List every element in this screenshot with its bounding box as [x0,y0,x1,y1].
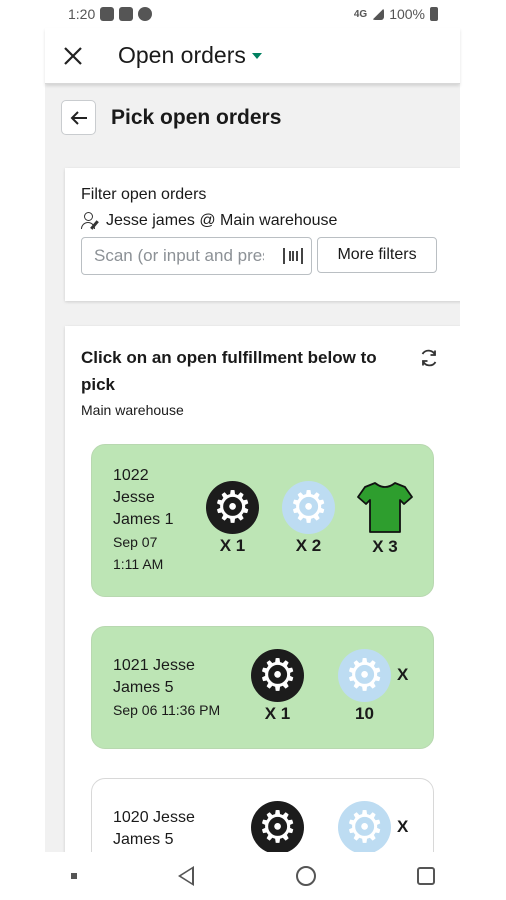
line-item: ⚙ [251,801,304,852]
barcode-scan-icon[interactable] [283,248,303,264]
order-line: James 5 [113,679,174,696]
status-time: 1:20 [68,6,96,22]
item-quantity-prefix: X [397,817,409,836]
order-date: Sep 06 11:36 PM [113,702,221,718]
line-item: X 3 [357,481,413,557]
filter-user-row[interactable]: Jesse james @ Main warehouse [81,212,449,230]
nav-back-icon[interactable] [178,866,195,886]
system-nav-bar [0,852,506,900]
order-line: 1021 Jesse [113,657,195,674]
order-time: 1:11 AM [113,556,164,572]
caret-down-icon [251,52,262,59]
order-info: 1022 Jesse James 1 Sep 07 1:11 AM [113,465,173,575]
main-content: Pick open orders Filter open orders Jess… [45,84,460,852]
line-item: ⚙ X 1 [251,649,304,724]
item-quantity: X 1 [219,536,246,555]
order-line: James 5 [113,831,174,848]
status-bar: 1:20 4G 100% [0,0,506,28]
filter-title: Filter open orders [81,186,207,203]
filter-controls: More filters [81,237,449,275]
gear-light-icon: ⚙ [282,481,335,534]
user-edit-icon [81,212,101,230]
line-item: ⚙ X 1 [206,481,259,556]
more-filters-button[interactable]: More filters [317,237,437,273]
battery-level: 100% [389,6,425,22]
refresh-icon[interactable] [419,348,439,368]
scan-input-wrapper [81,237,312,275]
arrow-left-icon [70,110,87,125]
network-type: 4G [353,8,368,20]
order-line: Jesse [113,489,155,506]
order-card-1022[interactable]: 1022 Jesse James 1 Sep 07 1:11 AM ⚙ X 1 … [91,444,434,597]
gear-dark-icon: ⚙ [251,801,304,852]
status-left: 1:20 [68,6,153,22]
line-item: ⚙ X 2 [282,481,335,556]
item-quantity: X 3 [372,537,398,556]
close-button[interactable] [45,28,101,84]
order-line: 1020 Jesse [113,809,195,826]
order-line: James 1 [113,511,174,528]
order-date: Sep 07 [113,534,158,550]
filter-card: Filter open orders Jesse james @ Main wa… [65,168,460,301]
battery-icon [430,7,438,21]
close-icon [64,46,82,65]
gear-light-icon: ⚙ [338,801,391,852]
filter-user-label: Jesse james @ Main warehouse [106,212,338,229]
gear-dark-icon: ⚙ [206,481,259,534]
order-card-1020[interactable]: 1020 Jesse James 5 ⚙ ⚙ X [91,778,434,852]
list-location: Main warehouse [81,402,184,418]
list-title: Click on an open fulfillment below to pi… [81,348,377,394]
page-title: Pick open orders [111,105,282,129]
order-info: 1020 Jesse James 5 [113,807,195,851]
item-quantity: X 2 [295,536,322,555]
order-card-1021[interactable]: 1021 Jesse James 5 Sep 06 11:36 PM ⚙ X 1… [91,626,434,749]
scan-input[interactable] [94,246,264,266]
order-info: 1021 Jesse James 5 Sep 06 11:36 PM [113,655,220,721]
list-header: Click on an open fulfillment below to pi… [81,344,449,398]
check-notification-icon [138,7,153,21]
app-title: Open orders [118,42,246,68]
image-notification-icon [119,7,134,21]
item-quantity-prefix: X [397,665,409,684]
gear-light-icon: ⚙ [338,649,391,702]
page-header: Pick open orders [61,100,281,135]
line-item: ⚙ 10 [338,649,391,724]
back-button[interactable] [61,100,96,135]
app-title-dropdown[interactable]: Open orders [118,42,262,69]
nav-recent-apps-icon[interactable] [417,867,436,885]
app-bar: Open orders [45,28,460,84]
fulfillment-list-card: Click on an open fulfillment below to pi… [65,326,460,852]
status-right: 4G 100% [354,6,438,22]
signal-icon [372,8,385,20]
gear-dark-icon: ⚙ [251,649,304,702]
youtube-notification-icon [100,7,115,21]
item-quantity: 10 [355,704,374,723]
item-quantity: X 1 [264,704,291,723]
line-item: ⚙ [338,801,391,852]
order-line: 1022 [113,467,149,484]
shirt-icon [357,482,413,533]
nav-home-icon[interactable] [295,866,316,886]
nav-menu-dot-icon [70,873,77,879]
